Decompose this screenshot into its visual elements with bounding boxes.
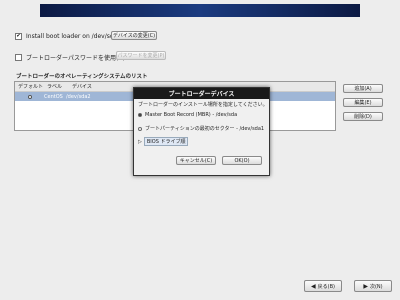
partition-radio[interactable] <box>138 126 142 131</box>
dialog-ok-button[interactable]: OK(O) <box>222 156 262 165</box>
expander-arrow-icon: ▷ <box>138 138 142 145</box>
bootloader-device-dialog: ブートローダーデバイス ブートローダーのインストール場所を指定してください。 M… <box>133 87 270 176</box>
install-bootloader-option[interactable]: ✔ Install boot loader on /dev/sda. <box>15 33 119 40</box>
column-device: デバイス <box>72 84 92 90</box>
next-button[interactable]: ▶ 次(N) <box>354 280 392 292</box>
column-default: デフォルト <box>18 84 44 90</box>
edit-button[interactable]: 編集(E) <box>343 98 383 107</box>
back-label: 戻る(B) <box>317 283 335 290</box>
arrow-left-icon: ◀ <box>311 282 316 290</box>
row-label: CentOS <box>44 93 63 100</box>
partition-label: ブートパーティションの最初のセクター - /dev/sda1 <box>145 126 265 132</box>
os-list-title: ブートローダーのオペレーティングシステムのリスト <box>16 74 148 80</box>
mbr-label: Master Boot Record (MBR) - /dev/sda <box>145 112 238 118</box>
add-button[interactable]: 追加(A) <box>343 84 383 93</box>
install-bootloader-label: Install boot loader on /dev/sda. <box>26 33 120 40</box>
dialog-cancel-button[interactable]: キャンセル(C) <box>176 156 216 165</box>
mbr-radio[interactable] <box>138 113 142 117</box>
back-button[interactable]: ◀ 戻る(B) <box>304 280 342 292</box>
change-device-button[interactable]: デバイスの変更(C) <box>111 31 157 40</box>
bios-order-expander[interactable]: ▷ BIOS ドライブ順 <box>138 137 189 146</box>
default-radio[interactable] <box>27 94 32 99</box>
partition-option[interactable]: ブートパーティションの最初のセクター - /dev/sda1 <box>138 125 264 132</box>
bios-order-label: BIOS ドライブ順 <box>143 137 189 146</box>
use-password-checkbox[interactable] <box>15 54 22 61</box>
dialog-prompt: ブートローダーのインストール場所を指定してください。 <box>138 102 268 108</box>
next-label: 次(N) <box>369 283 383 290</box>
change-password-button[interactable]: パスワードを変更(P) <box>116 51 166 60</box>
header-banner <box>40 4 360 17</box>
column-label: ラベル <box>47 84 63 90</box>
use-password-label: ブートローダーパスワードを使用(U) <box>26 55 126 62</box>
mbr-option[interactable]: Master Boot Record (MBR) - /dev/sda <box>138 112 237 118</box>
arrow-right-icon: ▶ <box>363 282 368 290</box>
delete-button[interactable]: 削除(D) <box>343 112 383 121</box>
dialog-title: ブートローダーデバイス <box>134 88 269 99</box>
use-password-option[interactable]: ブートローダーパスワードを使用(U) <box>15 53 125 62</box>
row-device: /dev/sda2 <box>66 93 91 100</box>
install-bootloader-checkbox[interactable]: ✔ <box>15 33 22 40</box>
